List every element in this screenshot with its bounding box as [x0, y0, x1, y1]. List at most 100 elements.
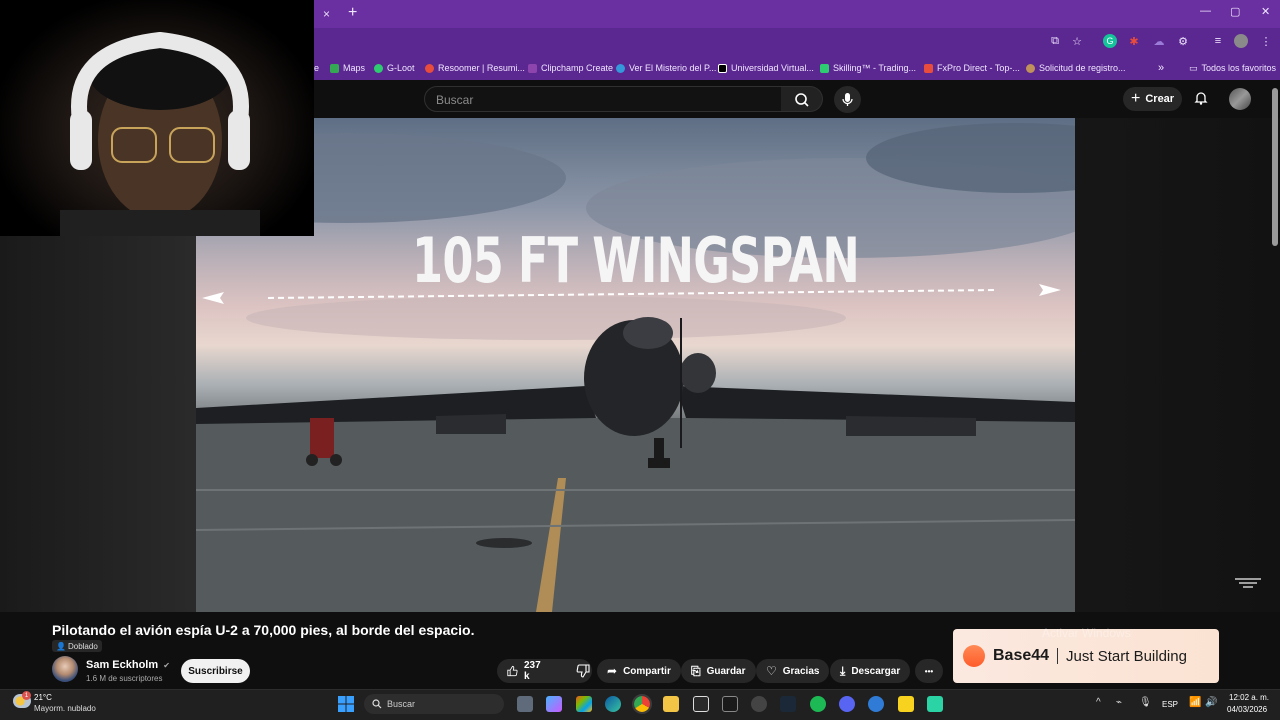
profile-avatar-icon[interactable]: [1234, 34, 1248, 48]
base44-logo-icon: [963, 645, 985, 667]
chrome-browser-icon[interactable]: [632, 694, 652, 714]
tab-close-button[interactable]: ×: [323, 7, 330, 21]
resoomer-icon: [425, 63, 434, 73]
skilling-icon: [820, 63, 829, 73]
minimize-button[interactable]: —: [1200, 5, 1211, 17]
verified-icon: ✔: [163, 661, 170, 670]
android-app-icon[interactable]: [927, 696, 943, 712]
more-actions-button[interactable]: •••: [915, 659, 943, 683]
bookmark-resoomer[interactable]: Resoomer | Resumi...: [425, 63, 525, 73]
bookmark-universidad[interactable]: Universidad Virtual...: [718, 63, 814, 73]
clock-time[interactable]: 12:02 a. m.: [1229, 693, 1269, 702]
obs-icon[interactable]: [751, 696, 767, 712]
search-button[interactable]: [781, 86, 823, 112]
volume-icon[interactable]: 🔊: [1205, 697, 1217, 708]
bookmark-star-icon[interactable]: ☆: [1070, 34, 1084, 48]
bookmark-gloot[interactable]: G-Loot: [374, 63, 415, 73]
download-button[interactable]: ⤓ Descargar: [830, 659, 911, 683]
person-icon: 👤: [56, 641, 66, 651]
weather-temperature: 21°C: [34, 693, 52, 702]
video-title: Pilotando el avión espía U-2 a 70,000 pi…: [52, 622, 475, 638]
taskbar-search[interactable]: Buscar: [364, 694, 504, 714]
close-window-button[interactable]: ✕: [1261, 5, 1270, 18]
microphone-icon: [842, 93, 853, 106]
save-bookmark-icon: ⎘: [691, 663, 701, 678]
clipchamp-icon: [528, 63, 537, 73]
bookmarks-overflow-button[interactable]: »: [1158, 62, 1164, 74]
search-input[interactable]: Buscar: [424, 86, 782, 112]
app-icon[interactable]: [868, 696, 884, 712]
create-button[interactable]: + Crear: [1123, 87, 1182, 111]
bookmark-clipchamp[interactable]: Clipchamp Create: [528, 63, 613, 73]
microsoft-365-icon[interactable]: [576, 696, 592, 712]
bookmark-skilling[interactable]: Skilling™ - Trading...: [820, 63, 916, 73]
exness-icon[interactable]: [898, 696, 914, 712]
reading-list-icon[interactable]: ≡: [1211, 34, 1225, 48]
search-icon: [795, 93, 809, 107]
folder-icon: ▭: [1189, 62, 1198, 73]
task-view-icon[interactable]: [517, 696, 533, 712]
microsoft-store-icon[interactable]: [693, 696, 709, 712]
subscriber-count: 1.6 M de suscriptores: [86, 674, 163, 683]
webcam-overlay: [0, 0, 314, 236]
restore-button[interactable]: ▢: [1230, 5, 1240, 18]
globe-icon: [616, 63, 625, 73]
file-explorer-icon[interactable]: [663, 696, 679, 712]
epic-games-icon[interactable]: [722, 696, 738, 712]
share-arrow-icon: ➦: [607, 664, 618, 678]
subscribe-button[interactable]: Suscribirse: [181, 659, 250, 683]
page-scrollbar[interactable]: [1272, 88, 1278, 246]
gloot-icon: [374, 63, 383, 73]
install-app-icon[interactable]: ⧉: [1048, 34, 1062, 48]
extension-cloud-icon[interactable]: ☁: [1152, 34, 1166, 48]
like-button[interactable]: 237 k: [497, 659, 554, 683]
wifi-icon[interactable]: 📶: [1189, 697, 1201, 708]
clock-date[interactable]: 04/03/2026: [1227, 705, 1267, 714]
grammarly-extension-icon[interactable]: G: [1103, 34, 1117, 48]
channel-avatar[interactable]: [52, 656, 78, 682]
bookmark-maps[interactable]: Maps: [330, 63, 365, 73]
dislike-button[interactable]: [566, 659, 600, 683]
thumbs-down-icon: [576, 664, 590, 678]
video-player[interactable]: 105 FT WINGSPAN: [196, 118, 1075, 612]
plus-icon: +: [1131, 90, 1141, 107]
voice-search-button[interactable]: [834, 86, 861, 113]
start-button[interactable]: [338, 696, 354, 712]
browser-menu-icon[interactable]: ⋮: [1259, 34, 1273, 48]
like-dislike-group: 237 k: [497, 659, 592, 683]
account-avatar[interactable]: [1229, 88, 1251, 110]
thanks-button[interactable]: ♡ Gracias: [756, 659, 830, 683]
all-bookmarks-folder[interactable]: ▭ Todos los favoritos: [1189, 63, 1276, 74]
bookmark-solicitud[interactable]: Solicitud de registro...: [1026, 63, 1126, 73]
solicitud-icon: [1026, 63, 1035, 73]
steam-icon[interactable]: [780, 696, 796, 712]
network-icon[interactable]: ⌁: [1116, 697, 1122, 708]
bb-icon: [718, 63, 727, 73]
create-label: Crear: [1145, 93, 1175, 105]
bookmark-fxpro[interactable]: FxPro Direct - Top-...: [924, 63, 1020, 73]
copilot-icon[interactable]: [546, 696, 562, 712]
video-overlay-extras: [196, 118, 1075, 612]
channel-watermark-icon[interactable]: [1235, 576, 1261, 590]
show-hidden-icons-chevron-icon[interactable]: ^: [1096, 697, 1101, 708]
webcam-person-image: [60, 31, 260, 236]
edge-browser-icon[interactable]: [605, 696, 621, 712]
notifications-button[interactable]: [1193, 90, 1209, 106]
microphone-icon[interactable]: 🎙: [1139, 697, 1152, 708]
maps-icon: [330, 63, 339, 73]
discord-icon[interactable]: [839, 696, 855, 712]
bookmark-misterio[interactable]: Ver El Misterio del P...: [616, 63, 716, 73]
channel-name[interactable]: Sam Eckholm ✔: [86, 659, 170, 671]
input-language[interactable]: ESP: [1162, 700, 1178, 709]
ad-brand: Base44: [993, 647, 1050, 664]
extensions-puzzle-icon[interactable]: ⚙: [1176, 34, 1190, 48]
weather-description: Mayorm. nublado: [34, 704, 96, 713]
share-button[interactable]: ➦ Compartir: [597, 659, 681, 683]
new-tab-button[interactable]: +: [348, 4, 357, 22]
extension-icon[interactable]: ✱: [1127, 34, 1141, 48]
ad-tagline: Just Start Building: [1066, 647, 1187, 665]
save-button[interactable]: ⎘ Guardar: [681, 659, 756, 683]
spotify-icon[interactable]: [810, 696, 826, 712]
download-icon: ⤓: [840, 663, 846, 678]
bookmark-item[interactable]: e: [314, 63, 319, 73]
